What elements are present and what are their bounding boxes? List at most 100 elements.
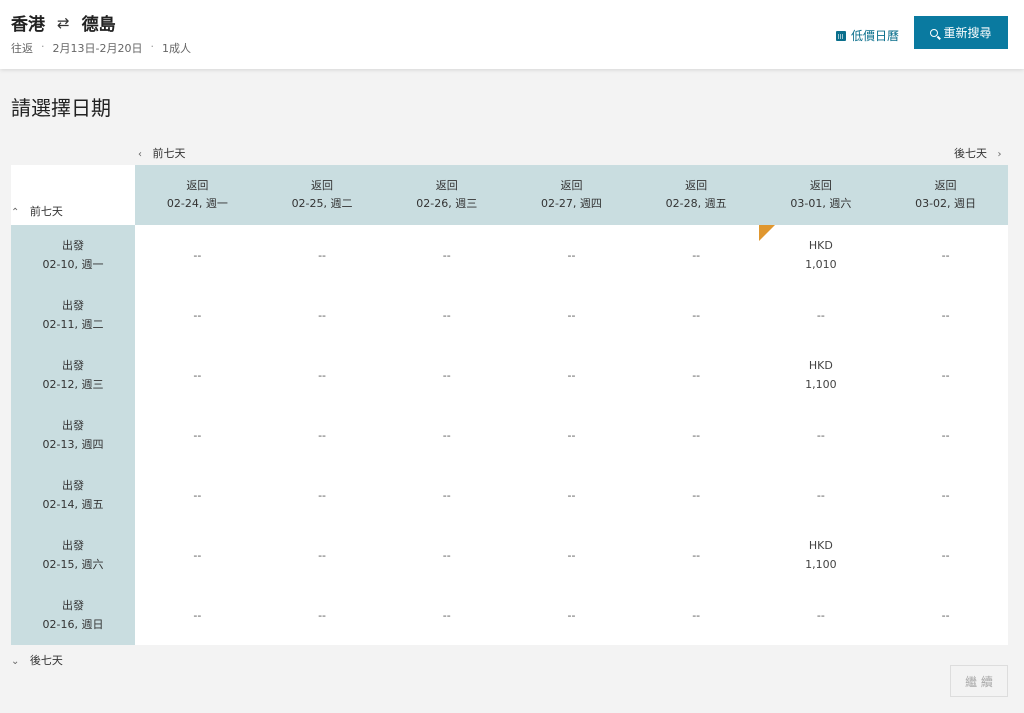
depart-date-header[interactable]: 出發 02-14, 週五 [11,465,135,525]
no-price: -- [442,608,451,622]
no-price: -- [442,428,451,442]
empty-cell: -- [509,585,634,645]
return-date-header[interactable]: 返回 02-26, 週三 [384,165,510,225]
depart-date-header[interactable]: 出發 02-10, 週一 [11,225,135,285]
no-price: -- [816,608,825,622]
empty-cell: -- [883,465,1008,525]
no-price: -- [442,308,451,322]
depart-date-header[interactable]: 出發 02-11, 週二 [11,285,135,345]
empty-cell: -- [759,285,884,345]
price-amount: 1,010 [805,258,837,271]
empty-cell: -- [759,465,884,525]
empty-cell: -- [135,345,260,405]
no-price: -- [941,368,950,382]
search-again-label: 重新搜尋 [943,26,992,40]
empty-cell: -- [384,345,509,405]
empty-cell: -- [135,525,260,585]
return-label: 返回 [934,179,957,192]
return-date: 03-01, 週六 [790,197,852,210]
no-price: -- [941,488,950,502]
depart-label: 出發 [62,299,84,312]
depart-date-header[interactable]: 出發 02-13, 週四 [11,405,135,465]
return-date-header[interactable]: 返回 03-01, 週六 [758,165,884,225]
price-currency: HKD [808,539,833,552]
empty-cell: -- [384,585,509,645]
empty-cell: -- [509,285,634,345]
no-price: -- [318,368,327,382]
low-price-calendar-label: 低價日曆 [851,29,900,43]
empty-cell: -- [135,285,260,345]
depart-date: 02-11, 週二 [42,318,104,331]
empty-cell: -- [384,225,509,285]
depart-label: 出發 [62,599,84,612]
return-date-header[interactable]: 返回 02-27, 週四 [509,165,634,225]
empty-cell: -- [883,525,1008,585]
empty-cell: -- [135,405,260,465]
no-price: -- [442,248,451,262]
empty-cell: -- [260,525,385,585]
no-price: -- [193,308,202,322]
prev-week-depart-link[interactable]: ⌃ 前七天 [11,203,63,219]
return-label: 返回 [186,179,209,192]
depart-label: 出發 [62,239,84,252]
no-price: -- [442,488,451,502]
return-date: 02-28, 週五 [665,197,727,210]
empty-cell: -- [883,345,1008,405]
return-date-header[interactable]: 返回 02-24, 週一 [135,165,260,225]
depart-date: 02-12, 週三 [42,378,104,391]
no-price: -- [692,248,701,262]
empty-cell: -- [260,465,385,525]
page-title: 請選擇日期 [11,96,111,120]
empty-cell: -- [260,345,385,405]
return-label: 返回 [560,179,583,192]
empty-cell: -- [384,525,509,585]
return-date-header[interactable]: 返回 03-02, 週日 [883,165,1008,225]
depart-date-header[interactable]: 出發 02-16, 週日 [11,585,135,645]
search-again-button[interactable]: 重新搜尋 [914,16,1008,49]
empty-cell: -- [509,525,634,585]
continue-button[interactable]: 繼 續 [950,665,1008,697]
trip-type: 往返 [11,42,33,55]
no-price: -- [193,368,202,382]
no-price: -- [318,308,327,322]
search-icon [930,28,939,37]
no-price: -- [567,608,576,622]
next-week-return-link[interactable]: 後七天 › [954,145,1002,161]
price-cell[interactable]: HKD 1,010 [758,225,884,285]
empty-cell: -- [384,465,509,525]
grid-corner: ⌃ 前七天 [11,165,135,225]
no-price: -- [442,548,451,562]
no-price: -- [816,428,825,442]
empty-cell: -- [634,585,759,645]
no-price: -- [318,428,327,442]
no-price: -- [193,608,202,622]
no-price: -- [692,608,701,622]
return-date: 02-24, 週一 [166,197,228,210]
depart-date: 02-15, 週六 [42,558,104,571]
no-price: -- [193,548,202,562]
empty-cell: -- [509,345,634,405]
depart-date-header[interactable]: 出發 02-15, 週六 [11,525,135,585]
chevron-down-icon: ⌄ [11,656,20,667]
no-price: -- [941,548,950,562]
return-date-header[interactable]: 返回 02-28, 週五 [633,165,759,225]
no-price: -- [318,608,327,622]
price-amount: 1,100 [805,558,837,571]
empty-cell: -- [759,585,884,645]
price-cell[interactable]: HKD 1,100 [759,525,884,585]
no-price: -- [941,308,950,322]
chevron-left-icon: ‹ [138,149,142,160]
next-week-depart-link[interactable]: ⌄ 後七天 [11,652,63,668]
prev-week-label: 前七天 [29,205,63,218]
return-date-header[interactable]: 返回 02-25, 週二 [259,165,385,225]
empty-cell: -- [260,585,385,645]
swap-icon[interactable]: ⇄ [57,14,70,32]
no-price: -- [567,488,576,502]
price-cell[interactable]: HKD 1,100 [759,345,884,405]
origin-city: 香港 [11,15,45,35]
no-price: -- [692,308,701,322]
low-price-calendar-link[interactable]: 低價日曆 [836,27,899,44]
prev-week-return-link[interactable]: ‹ 前七天 [138,145,186,161]
depart-date-header[interactable]: 出發 02-12, 週三 [11,345,135,405]
return-label: 返回 [435,179,458,192]
